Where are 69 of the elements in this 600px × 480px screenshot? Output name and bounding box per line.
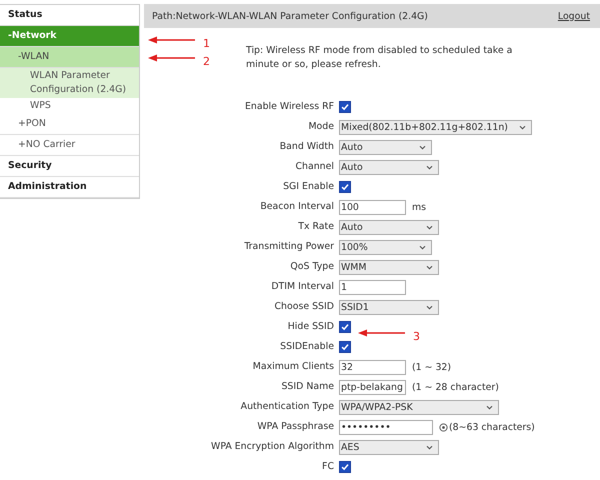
- caret-icon: [426, 444, 433, 450]
- field-label: SGI Enable: [282, 180, 334, 194]
- breadcrumb-path: Path:Network-WLAN-WLAN Parameter Configuration (2.4G): [152, 10, 428, 22]
- checkbox[interactable]: [339, 321, 351, 333]
- field-label: Hide SSID: [286, 320, 334, 334]
- sidebar-item[interactable]: +PON: [0, 114, 139, 135]
- checkbox[interactable]: [339, 461, 351, 473]
- sidebar-item[interactable]: WLAN Parameter Configuration (2.4G): [0, 68, 139, 98]
- dropdown[interactable]: WPA/WPA2-PSK: [339, 400, 499, 414]
- field-label: QoS Type: [289, 260, 334, 274]
- field-label: Channel: [294, 160, 334, 174]
- checkbox[interactable]: [339, 341, 351, 353]
- circle-dot-icon[interactable]: [439, 422, 448, 432]
- sidebar-item[interactable]: Administration: [0, 177, 139, 198]
- field-label: DTIM Interval: [270, 280, 334, 294]
- field-label: WPA Encryption Algorithm: [210, 440, 334, 454]
- field-label: Enable Wireless RF: [244, 100, 334, 114]
- caret-icon: [419, 244, 426, 250]
- caret-icon: [426, 264, 433, 270]
- sidebar-item[interactable]: -Network: [0, 26, 139, 47]
- caret-icon: [426, 304, 433, 310]
- checkbox[interactable]: [339, 181, 351, 193]
- hint-text: (1 ~ 28 character): [412, 382, 499, 392]
- dropdown[interactable]: 100%: [339, 240, 432, 254]
- annotation-number: 2: [203, 55, 210, 68]
- field-label: Band Width: [278, 140, 334, 154]
- field-label: SSIDEnable: [279, 340, 334, 354]
- field-label: Authentication Type: [240, 400, 334, 414]
- input-field[interactable]: 1: [339, 280, 406, 294]
- field-label: WPA Passphrase: [256, 420, 334, 434]
- field-label: Tx Rate: [297, 220, 334, 234]
- hint-text: (1 ~ 32): [412, 362, 452, 372]
- field-label: Choose SSID: [274, 300, 334, 314]
- sidebar-item[interactable]: +NO Carrier: [0, 135, 139, 156]
- checkbox[interactable]: [339, 101, 351, 113]
- sidebar-item[interactable]: Security: [0, 156, 139, 177]
- caret-icon: [486, 404, 493, 410]
- caret-icon: [426, 224, 433, 230]
- input-field[interactable]: 100: [339, 200, 406, 214]
- dropdown[interactable]: WMM: [339, 260, 439, 274]
- dropdown[interactable]: Auto: [339, 160, 439, 174]
- field-label: SSID Name: [280, 380, 334, 394]
- dropdown[interactable]: Auto: [339, 140, 432, 154]
- arrow-annotation: [357, 328, 407, 338]
- input-field[interactable]: ptp-belakang: [339, 380, 406, 394]
- dropdown[interactable]: Auto: [339, 220, 439, 234]
- field-label: Beacon Interval: [259, 200, 334, 214]
- logout-link[interactable]: Logout: [558, 10, 590, 22]
- field-label: FC: [321, 460, 334, 474]
- arrow-annotation: [147, 34, 197, 44]
- hint-text: ms: [412, 202, 426, 212]
- field-label: Maximum Clients: [252, 360, 334, 374]
- arrow-annotation: [147, 52, 197, 62]
- field-label: Transmitting Power: [243, 240, 334, 254]
- annotation-number: 3: [413, 330, 420, 343]
- input-field[interactable]: 32: [339, 360, 406, 374]
- tip-text: Tip: Wireless RF mode from disabled to scheduled take a minute or so, please refresh.: [246, 44, 514, 72]
- dropdown[interactable]: AES: [339, 440, 439, 454]
- sidebar-item[interactable]: -WLAN: [0, 47, 139, 68]
- field-label: Mode: [307, 120, 334, 134]
- password-field[interactable]: •••••••••: [339, 420, 433, 434]
- dropdown[interactable]: Mixed(802.11b+802.11g+802.11n): [339, 120, 532, 134]
- dropdown[interactable]: SSID1: [339, 300, 439, 314]
- caret-icon: [519, 124, 526, 130]
- caret-icon: [419, 144, 426, 150]
- hint-text: (8~63 characters): [449, 422, 535, 432]
- caret-icon: [426, 164, 433, 170]
- annotation-number: 1: [203, 37, 210, 50]
- sidebar-item[interactable]: WPS: [0, 98, 139, 114]
